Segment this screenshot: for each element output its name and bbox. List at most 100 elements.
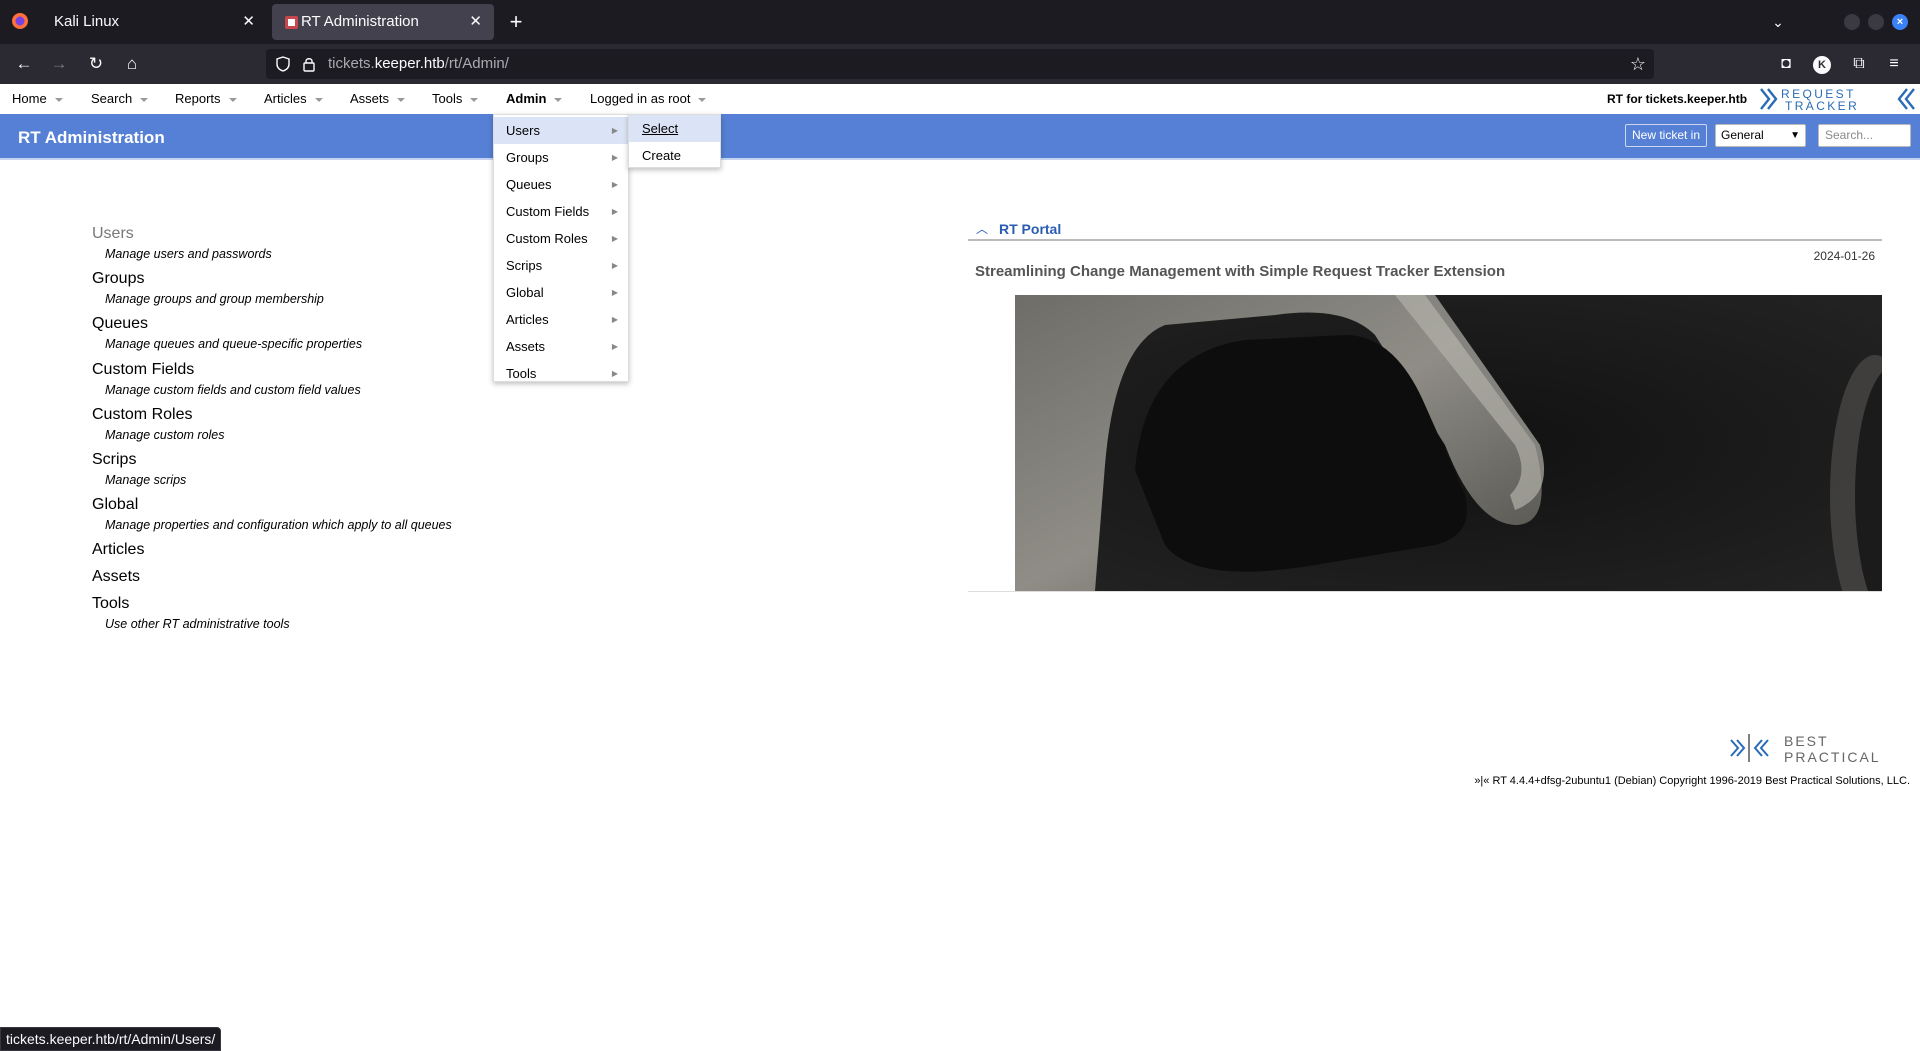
menu-tools[interactable]: Tools: [432, 84, 479, 114]
rt-top-menu: Home Search Reports Articles Assets Tool…: [0, 84, 1920, 114]
url-path: /rt/Admin/: [444, 55, 509, 72]
submenu-arrow-icon: ▶: [611, 207, 618, 216]
reload-icon[interactable]: ↻: [82, 50, 110, 78]
caret-down-icon: [140, 97, 149, 102]
dropdown-label: Global: [506, 285, 544, 300]
dropdown-item-custom-roles[interactable]: Custom Roles ▶: [494, 225, 628, 252]
admin-link-global[interactable]: Global: [92, 495, 138, 515]
browser-status-url: tickets.keeper.htb/rt/Admin/Users/: [0, 1027, 222, 1051]
admin-link-custom-roles[interactable]: Custom Roles: [92, 405, 192, 425]
url-domain: keeper.htb: [374, 55, 445, 72]
list-all-tabs-chevron-icon[interactable]: ⌄: [1764, 8, 1792, 36]
url-text[interactable]: tickets.keeper.htb/rt/Admin/: [328, 49, 509, 79]
menu-label: Search: [91, 91, 133, 106]
dropdown-item-tools[interactable]: Tools ▶: [494, 360, 628, 387]
collapse-chevron-icon[interactable]: ︿: [976, 219, 988, 239]
menu-assets[interactable]: Assets: [350, 84, 406, 114]
page-title: RT Administration: [18, 128, 165, 147]
lock-icon[interactable]: [302, 56, 316, 72]
dropdown-item-groups[interactable]: Groups ▶: [494, 144, 628, 171]
dropdown-item-assets[interactable]: Assets ▶: [494, 333, 628, 360]
admin-desc-groups: Manage groups and group membership: [105, 292, 324, 306]
admin-item-tools: Tools Use other RT administrative tools: [92, 594, 290, 631]
extensions-puzzle-icon[interactable]: ⧉: [1845, 50, 1873, 78]
menu-reports[interactable]: Reports: [175, 84, 237, 114]
dropdown-label: Articles: [506, 312, 549, 327]
submenu-item-select[interactable]: Select: [629, 115, 720, 142]
close-tab-icon[interactable]: ✕: [242, 4, 255, 40]
dropdown-label: Assets: [506, 339, 546, 354]
menu-admin[interactable]: Admin: [506, 84, 563, 114]
dropdown-item-queues[interactable]: Queues ▶: [494, 171, 628, 198]
menu-search[interactable]: Search: [91, 84, 149, 114]
portal-title[interactable]: RT Portal: [999, 219, 1061, 239]
tab-rt-administration[interactable]: RT Administration ✕: [272, 4, 494, 40]
shield-icon[interactable]: [276, 56, 290, 72]
wrench-photo-graphic: [1015, 295, 1882, 591]
admin-desc-queues: Manage queues and queue-specific propert…: [105, 337, 363, 351]
caret-down-icon: [314, 97, 323, 102]
dropdown-item-custom-fields[interactable]: Custom Fields ▶: [494, 198, 628, 225]
home-icon[interactable]: ⌂: [118, 50, 146, 78]
minimize-window-icon[interactable]: [1844, 14, 1860, 30]
url-subdomain: tickets.: [328, 55, 375, 72]
menu-label: Assets: [350, 91, 390, 106]
admin-link-scrips[interactable]: Scrips: [92, 450, 136, 470]
logo-word-best: BEST: [1784, 733, 1829, 749]
hamburger-menu-icon[interactable]: ≡: [1880, 50, 1908, 78]
maximize-window-icon[interactable]: [1868, 14, 1884, 30]
admin-link-tools[interactable]: Tools: [92, 594, 129, 614]
new-tab-button[interactable]: +: [502, 8, 530, 36]
rt-favicon-icon: [285, 16, 298, 29]
back-arrow-icon[interactable]: ←: [10, 50, 38, 78]
new-ticket-button[interactable]: New ticket in: [1625, 124, 1708, 147]
wrench-photo-image: [1015, 295, 1882, 591]
bookmark-star-icon[interactable]: ☆: [1630, 49, 1646, 79]
admin-item-assets: Assets: [92, 567, 140, 587]
portal-article-title[interactable]: Streamlining Change Management with Simp…: [975, 263, 1505, 280]
browser-nav-bar: ← → ↻ ⌂ tickets.keeper.htb/rt/Admin/ ☆: [0, 44, 1920, 84]
account-avatar-icon[interactable]: K: [1808, 50, 1836, 78]
forward-arrow-icon[interactable]: →: [45, 50, 73, 78]
admin-item-articles: Articles: [92, 540, 144, 560]
pocket-icon[interactable]: ◘: [1772, 50, 1800, 78]
tab-kali-linux[interactable]: Kali Linux ✕: [0, 4, 267, 40]
close-tab-icon[interactable]: ✕: [469, 4, 482, 40]
dropdown-item-global[interactable]: Global ▶: [494, 279, 628, 306]
best-practical-logo[interactable]: BEST PRACTICAL: [1729, 730, 1909, 766]
rt-portal-widget: ︿ RT Portal 2024-01-26 Streamlining Chan…: [968, 219, 1882, 592]
url-bar[interactable]: tickets.keeper.htb/rt/Admin/ ☆: [266, 49, 1654, 79]
admin-link-groups[interactable]: Groups: [92, 269, 144, 289]
menu-label: Tools: [432, 91, 463, 106]
dropdown-label: Users: [506, 123, 540, 138]
request-tracker-logo[interactable]: REQUEST TRACKER: [1757, 86, 1920, 112]
dropdown-item-articles[interactable]: Articles ▶: [494, 306, 628, 333]
queue-select[interactable]: General ▼: [1715, 124, 1806, 147]
portal-divider: [968, 591, 1882, 592]
menu-home[interactable]: Home: [12, 84, 63, 114]
admin-link-custom-fields[interactable]: Custom Fields: [92, 360, 194, 380]
admin-link-users[interactable]: Users: [92, 224, 134, 244]
menu-articles[interactable]: Articles: [264, 84, 323, 114]
dropdown-item-scrips[interactable]: Scrips ▶: [494, 252, 628, 279]
caret-down-icon: [228, 97, 237, 102]
header-divider: [0, 158, 1920, 160]
close-window-icon[interactable]: ×: [1892, 14, 1908, 30]
search-input[interactable]: Search...: [1818, 124, 1911, 147]
submenu-item-create[interactable]: Create: [629, 142, 720, 169]
admin-link-assets[interactable]: Assets: [92, 567, 140, 587]
admin-link-articles[interactable]: Articles: [92, 540, 144, 560]
dropdown-label: Groups: [506, 150, 549, 165]
dropdown-label: Queues: [506, 177, 552, 192]
tab-title: RT Administration: [301, 13, 419, 30]
admin-link-queues[interactable]: Queues: [92, 314, 148, 334]
caret-down-icon: [470, 97, 479, 102]
dropdown-item-users[interactable]: Users ▶: [494, 117, 628, 144]
menu-logged-in-as[interactable]: Logged in as root: [590, 84, 707, 114]
admin-dropdown-menu: Users ▶ Groups ▶ Queues ▶ Custom Fields ▶ Cu…: [493, 114, 629, 382]
admin-desc-custom-roles: Manage custom roles: [105, 428, 225, 442]
submenu-arrow-icon: ▶: [611, 288, 618, 297]
submenu-arrow-icon: ▶: [611, 315, 618, 324]
admin-item-scrips: Scrips Manage scrips: [92, 450, 186, 487]
caret-down-icon: [554, 97, 563, 102]
